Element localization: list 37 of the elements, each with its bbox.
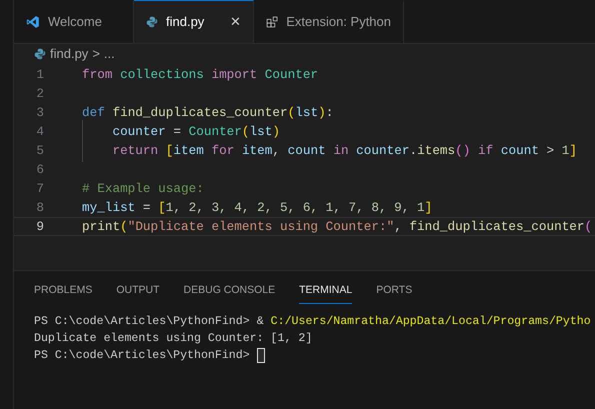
code-editor-logo-icon	[26, 15, 40, 29]
line-number: 8	[35, 198, 44, 217]
panel-tab[interactable]: PORTS	[376, 283, 412, 304]
panel-tab[interactable]: OUTPUT	[116, 283, 160, 304]
code-line: print("Duplicate elements using Counter:", find_duplicates_counter(	[82, 218, 592, 234]
line-number: 2	[35, 84, 44, 103]
terminal-command: &	[256, 314, 264, 330]
extension-blocks-icon	[266, 15, 278, 29]
panel-tab[interactable]: TERMINAL	[299, 283, 352, 304]
line-number: 5	[35, 142, 44, 160]
terminal-cursor	[256, 348, 265, 363]
code-line: from collections import Counter	[82, 66, 318, 82]
panel-tab[interactable]: DEBUG CONSOLE	[184, 283, 276, 304]
line-number: 6	[35, 160, 44, 179]
terminal-path: C:/Users/Namratha/AppData/Local/Programs/Pytho	[270, 314, 591, 330]
line-number: 1	[35, 66, 44, 84]
code-line: # Example usage:	[82, 180, 204, 196]
line-number: 3	[35, 104, 44, 122]
terminal-prompt: PS C:\code\Articles\PythonFind>	[34, 314, 250, 330]
close-tab-button[interactable]: ✕	[230, 12, 241, 32]
code-line: counter = Counter(lst)	[111, 124, 280, 139]
line-number: 9	[35, 218, 44, 236]
code-line: def find_duplicates_counter(lst):	[82, 104, 334, 120]
editor-tab[interactable]: Extension: Python	[254, 0, 404, 43]
python-file-icon	[34, 48, 46, 60]
code-line: my_list = [1, 2, 3, 4, 2, 5, 6, 1, 7, 8, 9, 1]	[82, 200, 432, 215]
terminal-prompt: PS C:\code\Articles\PythonFind>	[34, 348, 250, 364]
editor-tab[interactable]: find.py ✕	[134, 0, 254, 43]
code-line: return [item for item, count in counter.items() if count > 1]	[111, 142, 578, 158]
breadcrumb-symbols[interactable]: ...	[104, 44, 115, 64]
python-file-icon	[146, 16, 158, 28]
line-number: 7	[35, 180, 44, 198]
line-number: 4	[35, 122, 44, 141]
terminal-output: Duplicate elements using Counter: [1, 2]	[34, 330, 314, 347]
panel-tab[interactable]: PROBLEMS	[34, 283, 92, 304]
breadcrumb-file[interactable]: find.py	[50, 44, 88, 64]
breadcrumb-separator: >	[92, 45, 100, 64]
